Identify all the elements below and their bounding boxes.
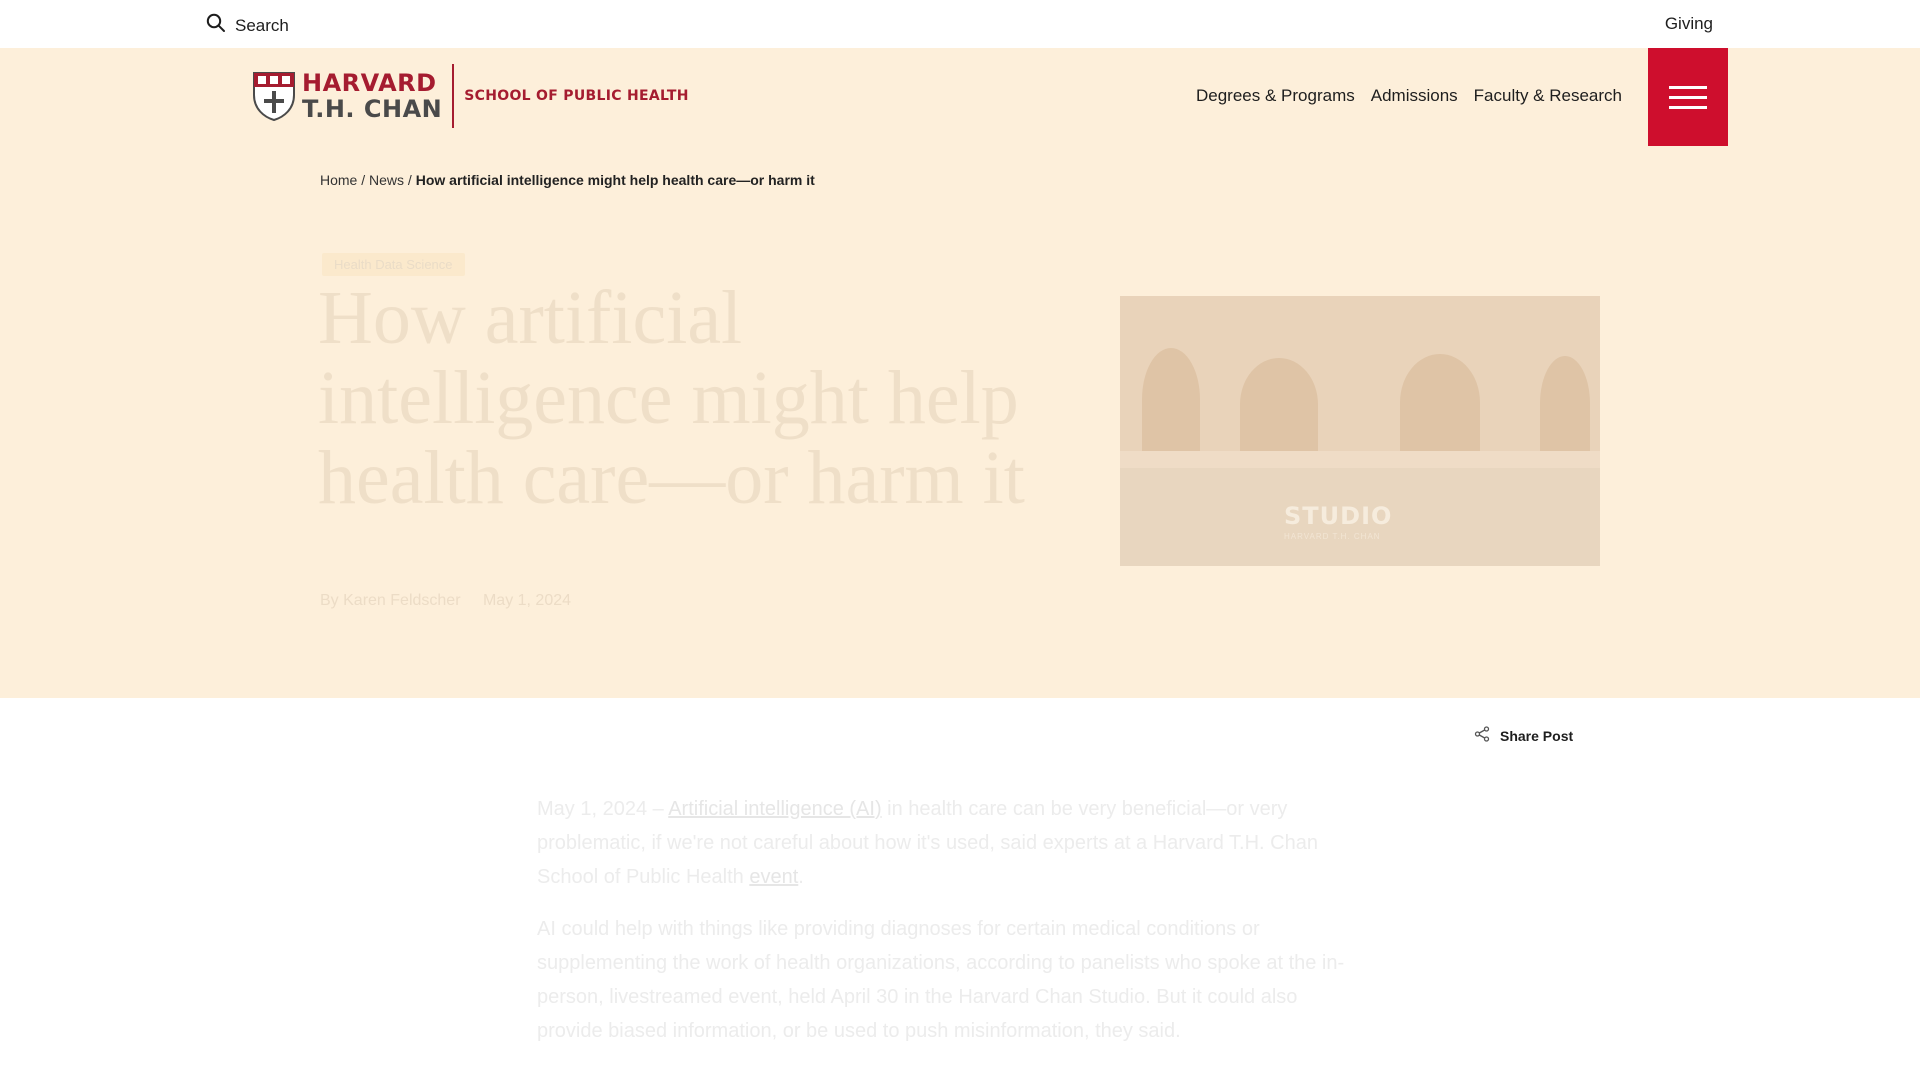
breadcrumb-home[interactable]: Home: [320, 172, 357, 188]
hero-section: HARVARD T.H. CHAN SCHOOL OF PUBLIC HEALT…: [0, 48, 1920, 698]
main-nav: Degrees & Programs Admissions Faculty & …: [1196, 86, 1638, 106]
search-icon: [206, 13, 226, 38]
hero-image: STUDIO HARVARD T.H. CHAN: [1120, 296, 1600, 566]
nav-item-admissions[interactable]: Admissions: [1371, 86, 1458, 106]
share-post-button[interactable]: Share Post: [1474, 726, 1573, 745]
hero-image-person: [1240, 358, 1318, 451]
byline-prefix: By: [320, 592, 344, 609]
hamburger-menu-button[interactable]: [1648, 48, 1728, 146]
article-link-ai[interactable]: Artificial intelligence (AI): [668, 798, 881, 820]
topic-tag[interactable]: Health Data Science: [322, 253, 465, 276]
byline: By Karen Feldscher May 1, 2024: [320, 592, 571, 610]
logo-school-name: SCHOOL OF PUBLIC HEALTH: [464, 88, 689, 104]
utility-bar: Search Giving: [0, 0, 1920, 48]
search-label: Search: [235, 15, 289, 35]
share-post-label: Share Post: [1500, 727, 1574, 744]
nav-item-faculty-research[interactable]: Faculty & Research: [1474, 86, 1622, 106]
page-title: How artificial intelligence might help h…: [318, 276, 1025, 520]
harvard-shield-icon: [253, 72, 295, 121]
article-paragraph: AI could help with things like providing…: [537, 918, 1345, 1042]
site-logo[interactable]: HARVARD T.H. CHAN SCHOOL OF PUBLIC HEALT…: [252, 64, 689, 128]
nav-item-degrees-programs[interactable]: Degrees & Programs: [1196, 86, 1355, 106]
hero-image-studio-text: STUDIO: [1284, 502, 1393, 530]
byline-date: May 1, 2024: [482, 592, 572, 609]
hero-image-person: [1540, 356, 1590, 451]
article-body: May 1, 2024 – Artificial intelligence (A…: [537, 792, 1367, 1066]
breadcrumb-current: How artificial intelligence might help h…: [415, 172, 815, 188]
article-link-event[interactable]: event: [749, 866, 798, 888]
search-button[interactable]: Search: [206, 13, 289, 38]
byline-author[interactable]: Karen Feldscher: [343, 592, 460, 609]
logo-divider: [452, 64, 455, 128]
hamburger-icon-bar: [1669, 85, 1707, 89]
breadcrumb-separator: /: [357, 172, 370, 188]
hamburger-icon-bar: [1669, 95, 1707, 99]
hero-image-person: [1400, 354, 1480, 451]
giving-link[interactable]: Giving: [1665, 14, 1713, 34]
article-paragraph: May 1, 2024 – Artificial intelligence (A…: [537, 792, 1367, 894]
logo-line-thchan: T.H. CHAN: [302, 95, 443, 123]
article-text: .: [798, 866, 804, 888]
breadcrumb-separator: /: [404, 172, 416, 188]
hero-image-person: [1142, 348, 1200, 451]
breadcrumb: Home / News / How artificial intelligenc…: [320, 172, 815, 188]
hamburger-icon-bar: [1669, 105, 1707, 109]
breadcrumb-news[interactable]: News: [369, 172, 404, 188]
logo-line-harvard: HARVARD: [302, 69, 437, 97]
hero-image-studio-subtext: HARVARD T.H. CHAN: [1284, 532, 1381, 541]
article-dateline: May 1, 2024 –: [537, 798, 669, 820]
share-icon: [1474, 726, 1490, 745]
logo-wordmark: HARVARD T.H. CHAN: [302, 70, 442, 122]
